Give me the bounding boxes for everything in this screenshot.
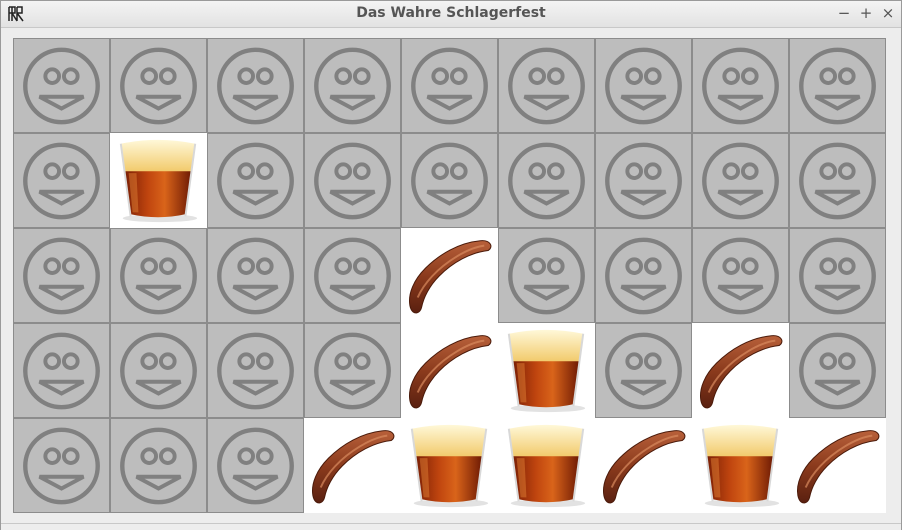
board-tile-r5-c6[interactable] [498,418,595,513]
smiley-icon [508,47,585,125]
board-tile-r5-c2[interactable] [110,418,207,513]
close-button[interactable]: × [879,4,897,22]
board-tile-r2-c5[interactable] [401,133,498,228]
board-tile-r2-c9[interactable] [789,133,886,228]
board-tile-r4-c5[interactable] [401,323,498,418]
maximize-button[interactable]: + [857,4,875,22]
smiley-icon [217,332,294,410]
smiley-icon [411,47,488,125]
board-tile-r3-c4[interactable] [304,228,401,323]
smiley-icon [23,237,100,315]
board-tile-r1-c4[interactable] [304,38,401,133]
board-tile-r1-c5[interactable] [401,38,498,133]
smiley-icon [23,332,100,410]
smiley-icon [799,237,876,315]
board-tile-r2-c2[interactable] [110,133,207,228]
beer-glass-icon [410,424,489,508]
board-tile-r3-c3[interactable] [207,228,304,323]
smiley-icon [23,427,100,505]
board-tile-r1-c6[interactable] [498,38,595,133]
beer-glass-icon [119,139,198,223]
board-tile-r4-c2[interactable] [110,323,207,418]
smiley-icon [314,237,391,315]
smiley-icon [799,47,876,125]
board-tile-r5-c8[interactable] [692,418,789,513]
board-tile-r1-c8[interactable] [692,38,789,133]
board-tile-r1-c1[interactable] [13,38,110,133]
board-tile-r4-c6[interactable] [498,323,595,418]
board-tile-r5-c5[interactable] [401,418,498,513]
smiley-icon [605,332,682,410]
board-tile-r3-c6[interactable] [498,228,595,323]
smiley-icon [508,142,585,220]
title-bar[interactable]: Das Wahre Schlagerfest − + × [1,1,901,28]
board-tile-r2-c1[interactable] [13,133,110,228]
beer-glass-icon [507,329,586,413]
window-title: Das Wahre Schlagerfest [356,5,546,21]
smiley-icon [508,237,585,315]
board-tile-r4-c3[interactable] [207,323,304,418]
board-tile-r3-c7[interactable] [595,228,692,323]
board-tile-r1-c7[interactable] [595,38,692,133]
smiley-icon [314,142,391,220]
sausage-icon [408,335,492,409]
smiley-icon [799,332,876,410]
window-bottom-edge [1,523,901,530]
board-tile-r2-c3[interactable] [207,133,304,228]
board-tile-r4-c9[interactable] [789,323,886,418]
smiley-icon [314,47,391,125]
smiley-icon [314,332,391,410]
board-tile-r4-c4[interactable] [304,323,401,418]
sausage-icon [602,430,686,504]
smiley-icon [217,142,294,220]
smiley-icon [702,237,779,315]
smiley-icon [605,142,682,220]
smiley-icon [120,47,197,125]
smiley-icon [605,47,682,125]
beer-glass-icon [507,424,586,508]
sausage-icon [311,430,395,504]
smiley-icon [702,47,779,125]
board-tile-r3-c1[interactable] [13,228,110,323]
sausage-icon [699,335,783,409]
smiley-icon [411,142,488,220]
board-tile-r1-c3[interactable] [207,38,304,133]
smiley-icon [702,142,779,220]
minimize-button[interactable]: − [835,4,853,22]
board-tile-r5-c3[interactable] [207,418,304,513]
smiley-icon [120,427,197,505]
game-board [13,38,886,513]
board-tile-r5-c4[interactable] [304,418,401,513]
board-tile-r3-c8[interactable] [692,228,789,323]
board-tile-r2-c7[interactable] [595,133,692,228]
board-tile-r4-c7[interactable] [595,323,692,418]
beer-glass-icon [701,424,780,508]
sausage-icon [408,240,492,314]
sausage-icon [796,430,880,504]
board-tile-r3-c5[interactable] [401,228,498,323]
smiley-icon [120,237,197,315]
board-tile-r3-c9[interactable] [789,228,886,323]
board-tile-r5-c7[interactable] [595,418,692,513]
board-tile-r5-c1[interactable] [13,418,110,513]
smiley-icon [23,142,100,220]
board-tile-r3-c2[interactable] [110,228,207,323]
smiley-icon [217,427,294,505]
smiley-icon [799,142,876,220]
smiley-icon [605,237,682,315]
board-tile-r1-c2[interactable] [110,38,207,133]
app-window: Das Wahre Schlagerfest − + × [0,0,902,530]
smiley-icon [120,332,197,410]
board-tile-r2-c8[interactable] [692,133,789,228]
board-tile-r4-c1[interactable] [13,323,110,418]
board-tile-r4-c8[interactable] [692,323,789,418]
smiley-icon [217,47,294,125]
board-tile-r2-c4[interactable] [304,133,401,228]
board-tile-r5-c9[interactable] [789,418,886,513]
smiley-icon [23,47,100,125]
board-tile-r2-c6[interactable] [498,133,595,228]
board-tile-r1-c9[interactable] [789,38,886,133]
smiley-icon [217,237,294,315]
